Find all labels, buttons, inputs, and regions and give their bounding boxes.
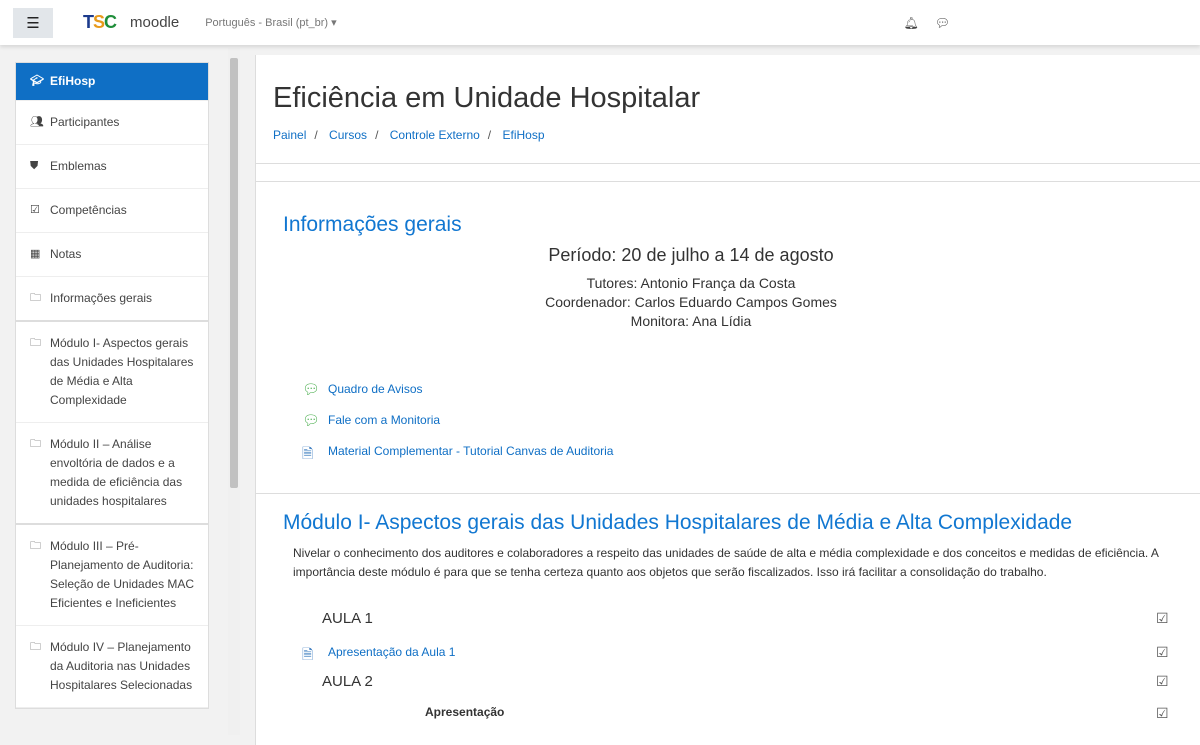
sidebar-item-participantes[interactable]: 👥︎ Participantes	[16, 101, 208, 145]
period-text: Período: 20 de julho a 14 de agosto	[548, 245, 834, 265]
folder-icon: 🗀	[30, 438, 41, 450]
sidebar-item-notas[interactable]: ▦ Notas	[16, 233, 208, 277]
breadcrumb-painel[interactable]: Painel	[273, 128, 306, 142]
activity-label: Material Complementar - Tutorial Canvas …	[328, 444, 614, 458]
language-selector[interactable]: Português - Brasil (pt_br) ▾	[205, 16, 336, 29]
sidebar-item-modulo-3[interactable]: 🗀 Módulo III – Pré-Planejamento de Audito…	[16, 525, 208, 626]
course-sidebar: 🎓︎ EfiHosp 👥︎ Participantes ⛊ Emblemas ☑ Com…	[15, 62, 209, 709]
main-content: Eficiência em Unidade Hospitalar Painel /…	[255, 55, 1200, 745]
breadcrumb-cursos[interactable]: Cursos	[329, 128, 367, 142]
divider	[256, 163, 1200, 164]
breadcrumb-efihosp[interactable]: EfiHosp	[502, 128, 544, 142]
activity-label: Apresentação da Aula 1	[328, 645, 456, 659]
activity-apresentacao-aula-1[interactable]: 🗎 Apresentação da Aula 1	[302, 644, 456, 662]
sidebar-item-efihosp[interactable]: 🎓︎ EfiHosp	[16, 63, 208, 101]
coordinator-text: Coordenador: Carlos Eduardo Campos Gomes	[545, 294, 837, 310]
sidebar-item-modulo-1[interactable]: 🗀 Módulo I- Aspectos gerais das Unidades …	[16, 322, 208, 423]
bell-icon[interactable]: 🔔︎	[904, 16, 919, 30]
sidebar-item-informacoes[interactable]: 🗀 Informações gerais	[16, 277, 208, 322]
menu-toggle-button[interactable]: ☰	[13, 7, 53, 38]
sidebar-item-label: Módulo II – Análise envoltória de dados …	[50, 437, 183, 508]
completion-checkbox[interactable]: ☑	[1156, 673, 1169, 690]
label-apresentacao: Apresentação	[425, 705, 505, 719]
breadcrumb-controle-externo[interactable]: Controle Externo	[390, 128, 480, 142]
forum-icon: 💬︎	[302, 412, 320, 428]
tutors-text: Tutores: Antonio França da Costa	[586, 275, 796, 291]
sidebar-item-label: Competências	[50, 203, 127, 217]
activity-fale-monitoria[interactable]: 💬︎ Fale com a Monitoria	[302, 412, 440, 428]
activity-quadro-avisos[interactable]: 💬︎ Quadro de Avisos	[302, 381, 423, 397]
file-icon: 🗎	[302, 646, 314, 662]
scrollbar-thumb[interactable]	[230, 58, 238, 488]
divider	[256, 493, 1200, 494]
folder-icon: 🗀	[30, 540, 41, 552]
sidebar-item-label: Módulo I- Aspectos gerais das Unidades H…	[50, 336, 194, 407]
sidebar-item-modulo-4[interactable]: 🗀 Módulo IV – Planejamento da Auditoria n…	[16, 626, 208, 708]
breadcrumb: Painel / Cursos / Controle Externo / EfiHos…	[273, 128, 545, 142]
completion-checkbox[interactable]: ☑	[1156, 705, 1169, 722]
sidebar-item-label: Módulo IV – Planejamento da Auditoria na…	[50, 640, 193, 692]
file-icon: 🗎	[302, 445, 314, 461]
section-title-module-1[interactable]: Módulo I- Aspectos gerais das Unidades H…	[283, 511, 1072, 535]
navbar: ☰ TSC moodle Português - Brasil (pt_br) …	[0, 0, 1200, 45]
moodle-brand: moodle	[130, 14, 180, 31]
shield-icon: ⛊	[30, 160, 39, 172]
sidebar-item-modulo-2[interactable]: 🗀 Módulo II – Análise envoltória de dados…	[16, 423, 208, 525]
chat-icon[interactable]: 💬︎	[935, 16, 950, 30]
sidebar-item-label: Participantes	[50, 115, 120, 129]
sidebar-item-label: Emblemas	[50, 159, 107, 173]
module-description: Nivelar o conhecimento dos auditores e c…	[293, 546, 1159, 579]
section-title-general[interactable]: Informações gerais	[283, 213, 462, 237]
completion-checkbox[interactable]: ☑	[1156, 610, 1169, 627]
activity-label: Fale com a Monitoria	[328, 413, 441, 427]
page-title: Eficiência em Unidade Hospitalar	[273, 82, 701, 114]
label-aula-2: AULA 2	[322, 673, 373, 690]
table-icon: ▦	[30, 248, 41, 260]
sidebar-item-label: Notas	[50, 247, 82, 261]
site-logo[interactable]: TSC	[83, 12, 117, 33]
label-aula-1: AULA 1	[322, 610, 373, 627]
sidebar-item-label: Informações gerais	[50, 291, 153, 305]
sidebar-item-emblemas[interactable]: ⛊ Emblemas	[16, 145, 208, 189]
sidebar-scrollbar[interactable]	[228, 48, 240, 735]
sidebar-item-competencias[interactable]: ☑ Competências	[16, 189, 208, 233]
monitor-text: Monitora: Ana Lídia	[630, 313, 752, 329]
folder-icon: 🗀	[30, 337, 41, 349]
folder-icon: 🗀	[30, 292, 41, 304]
checkbox-icon: ☑	[30, 204, 40, 216]
forum-icon: 💬︎	[302, 381, 320, 397]
sidebar-item-label: Módulo III – Pré-Planejamento de Auditor…	[50, 539, 195, 610]
divider	[256, 181, 1200, 182]
sidebar-item-label: EfiHosp	[50, 74, 96, 88]
folder-icon: 🗀	[30, 641, 41, 653]
completion-checkbox[interactable]: ☑	[1156, 644, 1169, 661]
graduation-cap-icon: 🎓︎	[30, 75, 44, 87]
activity-material-complementar[interactable]: 🗎 Material Complementar - Tutorial Canvas…	[302, 443, 614, 461]
activity-label: Quadro de Avisos	[328, 382, 423, 396]
users-icon: 👥︎	[30, 116, 44, 128]
